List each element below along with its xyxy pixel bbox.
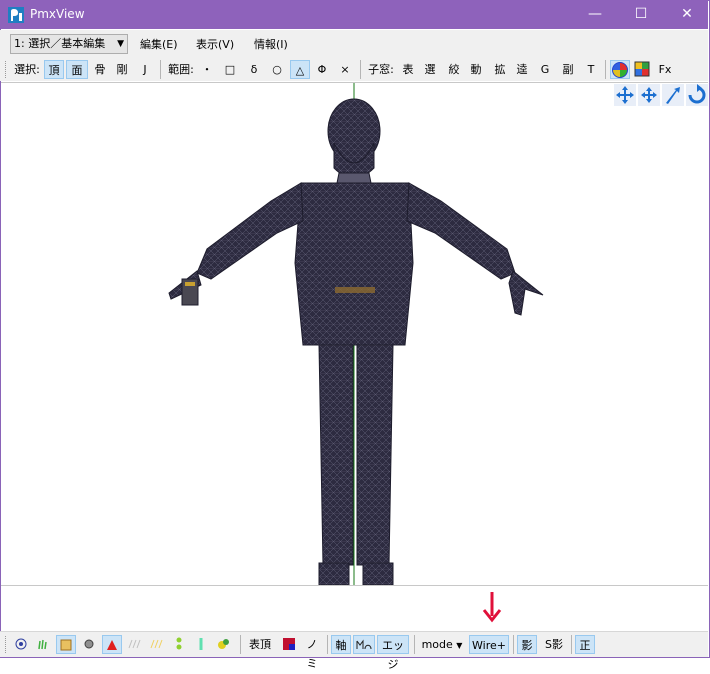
close-button[interactable]: ✕ (664, 0, 710, 29)
toolbar-separator (513, 635, 514, 654)
app-icon (8, 7, 24, 23)
child-scale-button[interactable]: 拡 (490, 60, 510, 79)
render-texture-button[interactable] (56, 635, 76, 654)
title-bar: PmxView — ☐ ✕ (0, 0, 708, 29)
minimize-icon: — (588, 6, 602, 22)
range-delta-button[interactable]: δ (244, 60, 264, 79)
sphere-icon (84, 639, 94, 649)
toolbar-separator (414, 635, 415, 654)
toolbar-separator (327, 635, 328, 654)
select-vertex-button[interactable]: 頂 (44, 60, 64, 79)
toolbar-grip[interactable] (5, 61, 9, 78)
target-icon (15, 638, 27, 650)
toolbar-separator (605, 60, 606, 79)
ik-icon (199, 638, 203, 650)
edge-button[interactable]: エッジ (377, 635, 409, 671)
render-grass-button[interactable] (34, 635, 52, 654)
hatch-icon (128, 639, 141, 649)
move-xz-icon[interactable] (638, 84, 660, 106)
color-swatch-icon (283, 638, 295, 650)
rotate-icon[interactable] (686, 84, 708, 106)
zoom-icon[interactable] (662, 84, 684, 106)
render-ik-button[interactable] (192, 635, 210, 654)
maximize-icon: ☐ (634, 6, 648, 22)
menu-view[interactable]: 表示(V) (196, 36, 234, 52)
select-joint-button[interactable]: J (136, 60, 154, 79)
mode-label: mode (421, 638, 453, 651)
menu-info[interactable]: 情報(I) (254, 36, 288, 52)
select-face-button[interactable]: 面 (66, 60, 88, 79)
arrow-down-icon (482, 592, 502, 623)
model-render (168, 83, 544, 585)
range-label: 範囲: (168, 63, 194, 76)
color-button[interactable] (280, 635, 298, 654)
child-t-button[interactable]: T (582, 60, 600, 79)
wire-plus-button[interactable]: Wire+ (469, 635, 509, 654)
toolbar-grip[interactable] (5, 636, 9, 653)
minimize-button[interactable]: — (572, 0, 618, 29)
chevron-down-icon: ▼ (117, 39, 124, 49)
range-circle-button[interactable]: ○ (266, 60, 288, 79)
child-motion-button[interactable]: 動 (466, 60, 486, 79)
menu-edit[interactable]: 編集(E) (140, 36, 178, 52)
child-g-button[interactable]: G (536, 60, 554, 79)
window-title: PmxView (30, 7, 85, 21)
select-label: 選択: (14, 63, 40, 76)
child-select-button[interactable]: 選 (420, 60, 440, 79)
material-icon (150, 639, 163, 649)
child-table-button[interactable]: 表 (398, 60, 418, 79)
toolbar-separator (240, 635, 241, 654)
mode-select[interactable]: 1: 選択／基本編集 ▼ (10, 34, 128, 54)
render-sphere-button[interactable] (80, 635, 98, 654)
shadow-button[interactable]: 影 (517, 635, 537, 654)
select-rigid-button[interactable]: 剛 (112, 60, 132, 79)
render-material-button[interactable] (148, 635, 166, 654)
toolbar-separator (571, 635, 572, 654)
fx-button[interactable]: Fx (656, 60, 674, 79)
self-shadow-button[interactable]: S影 (541, 635, 567, 654)
child-sub-button[interactable]: 副 (558, 60, 578, 79)
physics-icon (218, 639, 229, 649)
close-icon: ✕ (681, 6, 693, 22)
texture-icon (60, 639, 72, 651)
toolbar-separator (160, 60, 161, 79)
color-wheel-button[interactable] (610, 60, 630, 79)
model-viewport[interactable] (1, 82, 708, 586)
mode-select-value: 1: 選択／基本編集 (14, 37, 106, 50)
grass-icon (38, 639, 47, 650)
toolbar-separator (360, 60, 361, 79)
child-window-label: 子窓: (368, 63, 394, 76)
status-pane (1, 586, 708, 630)
normal-icon (356, 639, 372, 650)
grid-button[interactable] (632, 60, 652, 79)
triangle-icon (107, 640, 117, 650)
grid-icon (634, 61, 650, 77)
bone-icon (176, 637, 182, 650)
range-phi-button[interactable]: Φ (312, 60, 332, 79)
chevron-down-icon: ▼ (456, 641, 463, 650)
range-rect-button[interactable]: □ (220, 60, 240, 79)
render-toon-button[interactable] (102, 635, 122, 654)
render-point-button[interactable] (12, 635, 30, 654)
axis-button[interactable]: 軸 (331, 635, 351, 654)
range-dot-button[interactable]: ・ (198, 60, 216, 79)
render-hatch-button[interactable] (126, 635, 144, 654)
range-cross-button[interactable]: × (336, 60, 354, 79)
select-bone-button[interactable]: 骨 (90, 60, 110, 79)
color-wheel-icon (612, 62, 628, 78)
child-squeeze-button[interactable]: 絞 (444, 60, 464, 79)
normal-button[interactable] (353, 635, 375, 654)
render-physics-button[interactable] (214, 635, 234, 654)
move-xy-icon[interactable] (614, 84, 636, 106)
child-transform-button[interactable]: 逵 (512, 60, 532, 79)
mi-button[interactable]: ノミ (302, 635, 322, 670)
maximize-button[interactable]: ☐ (618, 0, 664, 29)
front-view-button[interactable]: 正 (575, 635, 595, 654)
mode-dropdown[interactable]: mode ▼ (418, 635, 466, 654)
range-triangle-button[interactable]: △ (290, 60, 310, 79)
render-bone-button[interactable] (170, 635, 188, 654)
table-vertex-button[interactable]: 表頂 (246, 635, 274, 654)
